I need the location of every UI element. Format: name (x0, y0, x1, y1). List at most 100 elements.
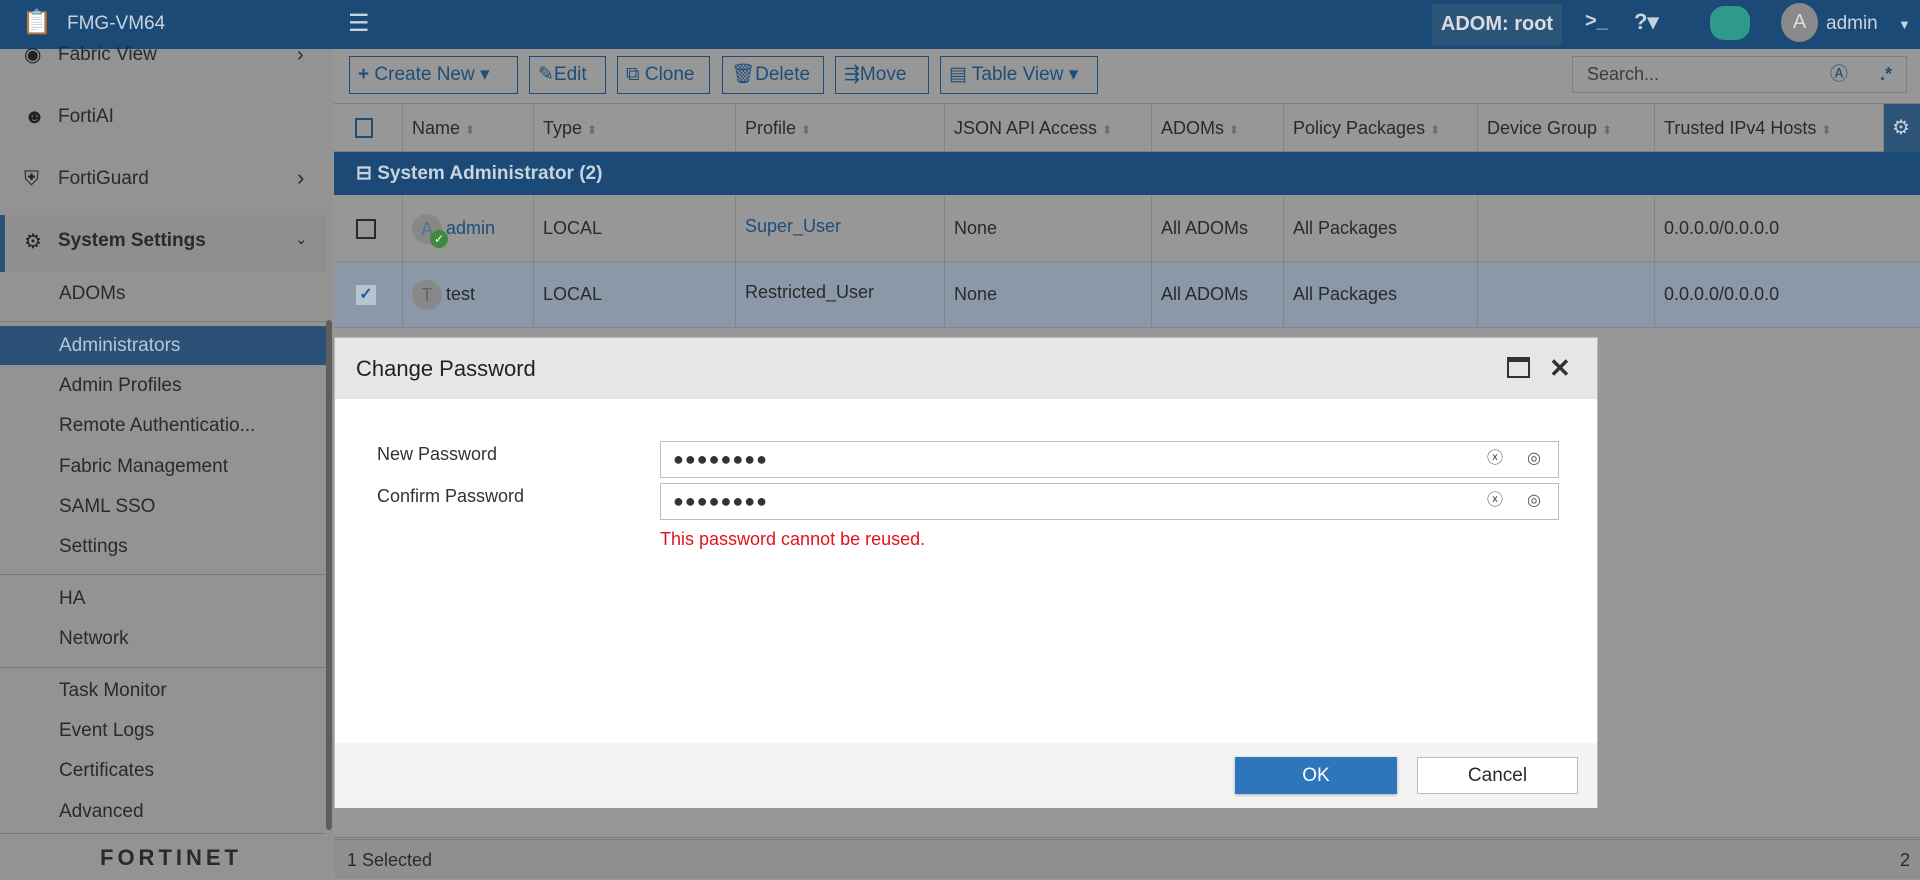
row-checkbox-checked[interactable]: ✓ (356, 285, 376, 305)
eye-icon[interactable]: ◎ (1527, 449, 1542, 469)
trash-icon: 🗑 (731, 64, 756, 85)
column-profile[interactable]: Profile ⬍ (735, 104, 944, 152)
column-json-api-access[interactable]: JSON API Access ⬍ (944, 104, 1151, 152)
shield-icon: ⛨ (24, 168, 39, 190)
search-input[interactable]: Search... Ⓐ .* (1572, 56, 1907, 93)
collapse-icon[interactable]: ⊟ (356, 163, 372, 184)
sidebar-item-task-monitor[interactable]: Task Monitor (59, 680, 167, 702)
divider (0, 321, 326, 322)
clone-button[interactable]: ⧉ Clone (617, 56, 710, 94)
sidebar-item-fabric-management[interactable]: Fabric Management (59, 456, 228, 478)
sidebar-scrollbar[interactable] (326, 320, 332, 830)
sidebar-item-fabric-view[interactable]: Fabric View (58, 44, 157, 66)
cell-adoms: All ADOMs (1151, 196, 1283, 261)
divider (0, 667, 326, 668)
dialog-footer (335, 743, 1597, 808)
row-checkbox[interactable] (356, 219, 376, 239)
avatar[interactable]: A (1781, 3, 1818, 42)
selected-count: 1 Selected (347, 850, 433, 870)
close-icon[interactable]: ✕ (1549, 338, 1571, 399)
sidebar-item-saml-sso[interactable]: SAML SSO (59, 496, 155, 518)
sort-icon: ⬍ (1102, 123, 1113, 137)
help-icon[interactable]: ?▾ (1634, 9, 1658, 35)
cell-type: LOCAL (533, 196, 735, 261)
column-device-group[interactable]: Device Group ⬍ (1477, 104, 1654, 152)
fortiai-icon: ☻ (24, 106, 46, 128)
status-bar: 1 Selected 2 (334, 839, 1920, 879)
sidebar-item-certificates[interactable]: Certificates (59, 760, 154, 782)
regex-icon[interactable]: .* (1880, 57, 1892, 92)
sidebar-item-fortiguard[interactable]: FortiGuard (58, 168, 149, 190)
maximize-icon[interactable] (1507, 357, 1530, 378)
create-new-button[interactable]: + Create New ▾ (349, 56, 518, 94)
column-settings-gear-icon[interactable]: ⚙ (1883, 104, 1920, 152)
cell-device-group (1477, 196, 1654, 261)
new-password-input[interactable]: ●●●●●●●● ⓧ ◎ (660, 441, 1559, 478)
admin-name[interactable]: test (446, 284, 475, 304)
edit-button[interactable]: ✎Edit (529, 56, 606, 94)
sidebar-item-remote-authentication[interactable]: Remote Authenticatio... (59, 415, 255, 437)
sidebar-item-system-settings[interactable]: System Settings (58, 230, 206, 252)
column-type[interactable]: Type ⬍ (533, 104, 735, 152)
sidebar-item-advanced[interactable]: Advanced (59, 801, 144, 823)
avatar: T (412, 280, 442, 311)
cell-adoms: All ADOMs (1151, 262, 1283, 327)
clipboard-icon: 📋 (22, 9, 52, 36)
cell-policy-packages: All Packages (1283, 196, 1477, 261)
group-row[interactable]: ⊟ System Administrator (2) (334, 152, 1920, 195)
table-row-selected[interactable]: ✓ Ttest LOCAL Restricted_User None All A… (334, 262, 1920, 328)
move-button[interactable]: ⇶Move (835, 56, 929, 94)
sort-icon: ⬍ (1602, 123, 1613, 137)
sidebar-item-network[interactable]: Network (59, 628, 129, 650)
cell-device-group (1477, 262, 1654, 327)
sidebar-item-event-logs[interactable]: Event Logs (59, 720, 154, 742)
table-view-button[interactable]: ▤ Table View ▾ (940, 56, 1098, 94)
chevron-right-icon: › (297, 165, 305, 190)
admin-name-link[interactable]: admin (446, 218, 495, 238)
search-icon[interactable]: Ⓐ (1830, 57, 1848, 92)
dialog-title: Change Password (356, 356, 536, 381)
eye-icon[interactable]: ◎ (1527, 491, 1542, 511)
cell-profile: Restricted_User (735, 262, 944, 327)
clear-icon[interactable]: ⓧ (1487, 491, 1504, 511)
edit-icon: ✎ (538, 64, 554, 85)
ok-button[interactable]: OK (1235, 757, 1397, 794)
sidebar-item-admin-profiles[interactable]: Admin Profiles (59, 375, 182, 397)
column-adoms[interactable]: ADOMs ⬍ (1151, 104, 1283, 152)
top-header: 📋 FMG-VM64 ☰ ADOM: root >_ ?▾ A admin ▼ (0, 0, 1920, 49)
sidebar-item-ha[interactable]: HA (59, 588, 85, 610)
fortinet-logo: FORTINET (100, 845, 242, 870)
sidebar-item-settings[interactable]: Settings (59, 536, 128, 558)
check-badge-icon: ✓ (430, 230, 448, 249)
divider (0, 833, 326, 834)
column-policy-packages[interactable]: Policy Packages ⬍ (1283, 104, 1477, 152)
sort-icon: ⬍ (1229, 123, 1240, 137)
sidebar-item-fortiai[interactable]: FortiAI (58, 106, 114, 128)
clear-icon[interactable]: ⓧ (1487, 449, 1504, 469)
clone-icon: ⧉ (626, 64, 640, 85)
adom-selector[interactable]: ADOM: root (1432, 4, 1562, 45)
sort-icon: ⬍ (801, 123, 812, 137)
sidebar-item-adoms[interactable]: ADOMs (59, 283, 126, 305)
cancel-button[interactable]: Cancel (1417, 757, 1578, 794)
change-password-dialog: Change Password ✕ New Password ●●●●●●●● … (334, 337, 1598, 808)
menu-icon[interactable]: ☰ (348, 9, 370, 38)
fortiai-bot-icon[interactable] (1710, 6, 1750, 40)
table-icon: ▤ (949, 64, 967, 85)
confirm-password-input[interactable]: ●●●●●●●● ⓧ ◎ (660, 483, 1559, 520)
cell-profile-link[interactable]: Super_User (735, 196, 944, 261)
confirm-password-label: Confirm Password (377, 486, 525, 506)
delete-button[interactable]: 🗑Delete (722, 56, 824, 94)
table-row[interactable]: A ✓ admin LOCAL Super_User None All ADOMs … (334, 196, 1920, 262)
column-name[interactable]: Name ⬍ (402, 104, 533, 152)
user-menu[interactable]: admin (1826, 13, 1878, 35)
divider (334, 837, 1920, 838)
table-header: Name ⬍ Type ⬍ Profile ⬍ JSON API Access … (334, 103, 1920, 152)
cli-console-icon[interactable]: >_ (1585, 10, 1608, 33)
select-all-checkbox[interactable] (334, 104, 402, 152)
caret-down-icon[interactable]: ▼ (1898, 17, 1911, 32)
sort-icon: ⬍ (587, 123, 598, 137)
sidebar-item-administrators[interactable]: Administrators (59, 335, 180, 357)
column-trusted-ipv4-hosts[interactable]: Trusted IPv4 Hosts ⬍ (1654, 104, 1883, 152)
new-password-label: New Password (377, 444, 498, 464)
